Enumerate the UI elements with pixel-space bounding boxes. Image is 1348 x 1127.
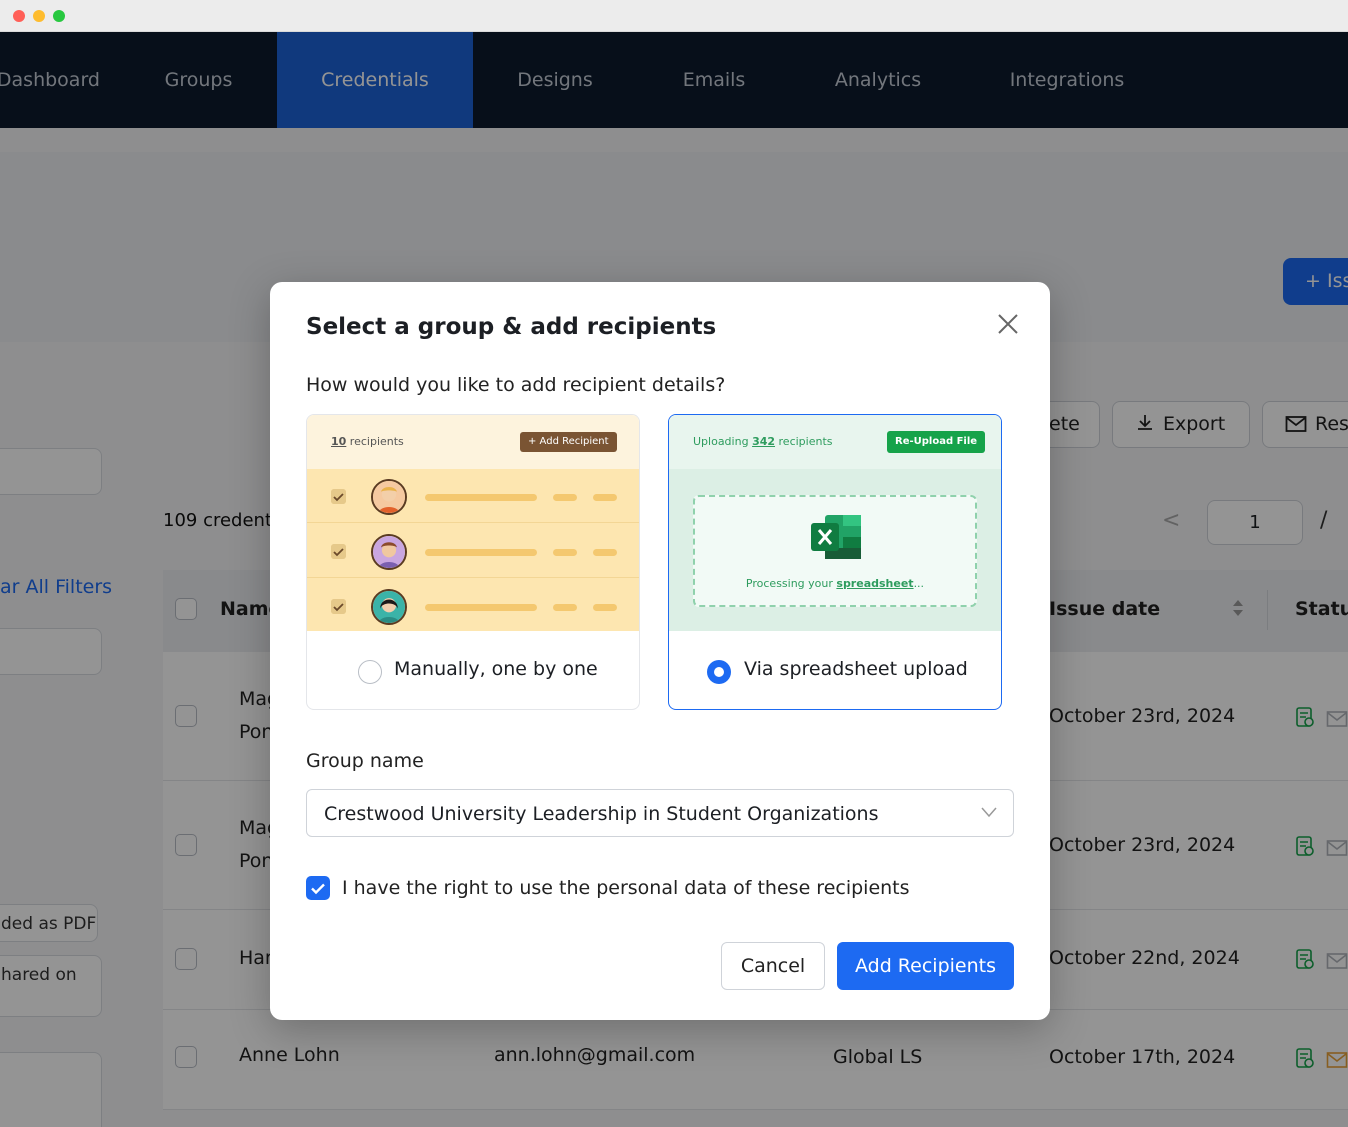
spreadsheet-body: Processing your spreadsheet... (669, 469, 1001, 631)
processing-bold: spreadsheet (836, 577, 914, 590)
placeholder-bar (553, 549, 577, 556)
placeholder-bar (425, 604, 537, 611)
spreadsheet-label-row: Via spreadsheet upload (669, 631, 1001, 709)
chevron-down-icon (981, 807, 997, 818)
placeholder-bar (425, 549, 537, 556)
placeholder-bar (593, 604, 617, 611)
add-recipient-badge: + Add Recipient (520, 432, 617, 452)
manual-header: 10 recipients + Add Recipient (307, 415, 639, 469)
placeholder-bar (593, 549, 617, 556)
check-icon (331, 599, 346, 614)
group-name-value: Crestwood University Leadership in Stude… (324, 803, 879, 825)
check-icon (331, 544, 346, 559)
list-item (307, 579, 639, 633)
consent-checkbox[interactable] (306, 876, 330, 900)
minimize-window-icon[interactable] (33, 10, 45, 22)
option-spreadsheet[interactable]: Uploading 342 recipients Re-Upload File … (668, 414, 1002, 710)
add-recipients-dialog: Select a group & add recipients How woul… (270, 282, 1050, 1020)
processing-prefix: Processing your (745, 577, 837, 590)
placeholder-bar (553, 604, 577, 611)
manual-radio[interactable] (358, 660, 382, 684)
group-name-select[interactable]: Crestwood University Leadership in Stude… (306, 789, 1014, 837)
processing-text: Processing your spreadsheet... (695, 577, 975, 590)
check-icon (331, 489, 346, 504)
close-icon[interactable] (994, 310, 1022, 338)
window-titlebar (0, 0, 1348, 32)
group-name-label: Group name (306, 750, 424, 772)
reupload-file-badge: Re-Upload File (887, 431, 986, 453)
placeholder-bar (425, 494, 537, 501)
processing-suffix: ... (913, 577, 925, 590)
spreadsheet-radio[interactable] (707, 660, 731, 684)
close-window-icon[interactable] (13, 10, 25, 22)
avatar (371, 589, 407, 625)
manual-label-row: Manually, one by one (307, 631, 639, 709)
list-item (307, 469, 639, 523)
manual-recipient-count: 10 recipients (331, 435, 404, 448)
avatar (371, 479, 407, 515)
spreadsheet-option-label: Via spreadsheet upload (744, 658, 968, 680)
manual-count-number: 10 (331, 435, 347, 448)
manual-illustration: 10 recipients + Add Recipient (307, 415, 639, 631)
cancel-button[interactable]: Cancel (721, 942, 825, 990)
add-recipients-button[interactable]: Add Recipients (837, 942, 1014, 990)
manual-option-label: Manually, one by one (394, 658, 598, 680)
file-dropzone: Processing your spreadsheet... (693, 495, 977, 607)
uploading-count-suffix: recipients (775, 435, 833, 448)
uploading-count: Uploading 342 recipients (693, 435, 833, 448)
dialog-title: Select a group & add recipients (306, 314, 717, 340)
manual-count-suffix: recipients (346, 435, 404, 448)
uploading-prefix: Uploading (693, 435, 753, 448)
uploading-count-number: 342 (752, 435, 776, 448)
spreadsheet-illustration: Uploading 342 recipients Re-Upload File … (669, 415, 1001, 631)
list-item (307, 524, 639, 578)
excel-icon (811, 515, 861, 559)
maximize-window-icon[interactable] (53, 10, 65, 22)
placeholder-bar (553, 494, 577, 501)
placeholder-bar (593, 494, 617, 501)
consent-label[interactable]: I have the right to use the personal dat… (342, 877, 910, 899)
spreadsheet-header: Uploading 342 recipients Re-Upload File (669, 415, 1001, 469)
check-icon (311, 883, 325, 895)
method-question: How would you like to add recipient deta… (306, 374, 726, 396)
option-manual[interactable]: 10 recipients + Add Recipient Manually, … (306, 414, 640, 710)
manual-recipient-list (307, 469, 639, 631)
avatar (371, 534, 407, 570)
